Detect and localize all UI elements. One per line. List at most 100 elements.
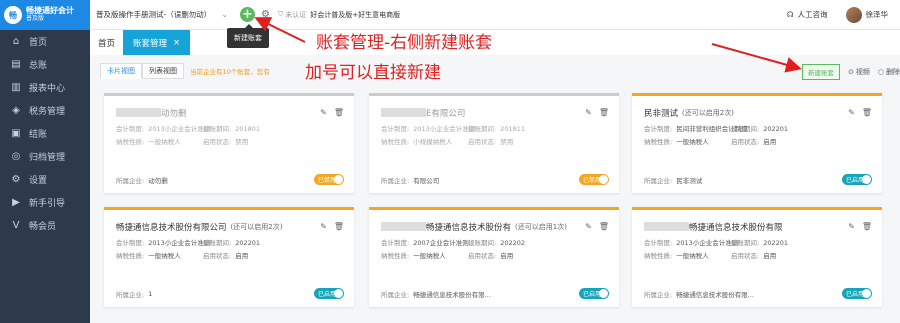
sidebar-item-label: 总账 <box>29 61 48 71</box>
sidebar-item-member[interactable]: V 畅会员 <box>0 214 90 237</box>
support-link[interactable]: 人工咨询 <box>798 9 828 20</box>
enable-toggle[interactable]: 已禁用 <box>579 174 609 185</box>
plus-icon: + <box>242 7 253 22</box>
new-account-button[interactable]: 新建账套 <box>802 64 841 80</box>
sidebar-item-settings[interactable]: ⚙ 设置 <box>0 168 90 191</box>
account-card[interactable]: 动勿删 ✎ 🗑 会计制度: 2013小企业会计准则 建账期间: 201801 纳税性… <box>104 93 354 193</box>
edit-icon[interactable]: ✎ <box>320 222 327 231</box>
company-value: 民非测试 <box>676 176 703 185</box>
edit-icon[interactable]: ✎ <box>848 222 855 231</box>
label-taxpayer: 纳税性质: <box>381 252 410 260</box>
close-icon[interactable]: × <box>173 38 180 48</box>
sidebar-item-label: 结账 <box>29 130 48 140</box>
gear-icon[interactable]: ⚙ <box>261 9 270 20</box>
period-value: 202201 <box>235 239 261 247</box>
trash-icon[interactable]: 🗑 <box>862 222 872 231</box>
label-company: 所属企业: <box>116 176 145 185</box>
label-taxpayer: 纳税性质: <box>116 252 145 260</box>
account-name: 普及版操作手册测试-（误删勿动） <box>96 10 212 19</box>
status-value: 禁用 <box>235 138 249 146</box>
account-hint: 当前企业有10个账套，您有 <box>190 68 270 76</box>
taxpayer-value: 一般纳税人 <box>676 252 709 260</box>
cert-badge[interactable]: ⛉ 未认证 <box>278 10 306 20</box>
status-value: 启用 <box>763 138 777 146</box>
sidebar-nav: ⌂ 首页 ▤ 总账 ▥ 报表中心 ◈ 税务管理 ▣ 结账 ◎ 归档管理 ⚙ 设置 ▶ 新手引导 V 畅会员 <box>0 30 90 237</box>
add-account-button[interactable]: + <box>240 7 255 22</box>
label-accounting-std: 会计制度: <box>381 239 410 247</box>
play-icon: ⊙ <box>848 68 854 76</box>
status-value: 启用 <box>235 252 249 260</box>
accounting-std-value: 2013小企业会计准则 <box>413 125 476 133</box>
main-panel: 卡片视图 列表视图 当前企业有10个账套，您有 新建账套 ⊙ 视频 ○ 删除 动勿删… <box>90 55 900 323</box>
avatar[interactable] <box>845 6 862 23</box>
sidebar-item-closing[interactable]: ▣ 结账 <box>0 122 90 145</box>
edit-icon[interactable]: ✎ <box>585 222 592 231</box>
taxpayer-value: 一般纳税人 <box>413 252 446 260</box>
video-link[interactable]: ⊙ 视频 <box>848 67 870 77</box>
tab-list-view[interactable]: 列表视图 <box>142 63 184 79</box>
trash-icon[interactable]: 🗑 <box>599 108 609 117</box>
user-name[interactable]: 徐泽华 <box>866 9 889 20</box>
sidebar-item-label: 首页 <box>29 38 48 48</box>
account-card[interactable]: 畅捷通信息技术股份有限 ✎ 🗑 会计制度: 2013小企业会计准则 建账期间: 20… <box>632 207 882 307</box>
tab-home[interactable]: 首页 <box>90 30 123 55</box>
period-value: 201801 <box>235 125 261 133</box>
label-company: 所属企业: <box>381 176 410 185</box>
annotation-line1: 账套管理-右侧新建账套 <box>316 33 493 53</box>
sidebar-item-home[interactable]: ⌂ 首页 <box>0 30 90 53</box>
sidebar-item-ledger[interactable]: ▤ 总账 <box>0 53 90 76</box>
taxpayer-value: 一般纳税人 <box>148 138 181 146</box>
enable-toggle[interactable]: 已禁用 <box>314 174 344 185</box>
closing-icon: ▣ <box>11 128 21 139</box>
account-card[interactable]: 畅捷通信息技术股份有 (还可以启用1次) ✎ 🗑 会计制度: 2007企业会计准则… <box>369 207 619 307</box>
sidebar-item-guide[interactable]: ▶ 新手引导 <box>0 191 90 214</box>
edit-icon[interactable]: ✎ <box>848 108 855 117</box>
label-period: 建账期间: <box>203 239 232 247</box>
accounting-std-value: 2013小企业会计准则 <box>148 239 211 247</box>
edit-icon[interactable]: ✎ <box>585 108 592 117</box>
redacted-block <box>381 108 426 117</box>
account-card[interactable]: 民非测试 (还可以启用2次) ✎ 🗑 会计制度: 民间非营利组织会计制度 建账期间… <box>632 93 882 193</box>
period-value: 202201 <box>763 239 789 247</box>
account-card[interactable]: E有限公司 ✎ 🗑 会计制度: 2013小企业会计准则 建账期间: 201811 纳… <box>369 93 619 193</box>
chevron-down-icon: ⌄ <box>221 10 228 19</box>
label-company: 所属企业: <box>381 290 410 299</box>
trash-icon[interactable]: 🗑 <box>334 222 344 231</box>
company-value: 1 <box>148 289 153 298</box>
label-taxpayer: 纳税性质: <box>644 138 673 146</box>
trash-icon[interactable]: 🗑 <box>862 108 872 117</box>
refresh-icon: ○ <box>877 68 884 76</box>
enable-toggle[interactable]: 已启用 <box>842 174 872 185</box>
tax-icon: ◈ <box>12 105 20 116</box>
sidebar-item-label: 畅会员 <box>29 222 57 232</box>
home-icon: ⌂ <box>12 36 20 47</box>
enable-toggle[interactable]: 已启用 <box>579 288 609 299</box>
app-logo[interactable]: 畅 畅捷通好会计 普及版 <box>0 0 90 30</box>
account-card[interactable]: 畅捷通信息技术股份有限公司 (还可以启用2次) ✎ 🗑 会计制度: 2013小企业… <box>104 207 354 307</box>
accounting-std-value: 2013小企业会计准则 <box>148 125 211 133</box>
edit-icon[interactable]: ✎ <box>320 108 327 117</box>
sidebar-item-label: 新手引导 <box>29 199 66 209</box>
toggle-knob <box>334 175 343 184</box>
label-accounting-std: 会计制度: <box>116 125 145 133</box>
label-taxpayer: 纳税性质: <box>116 138 145 146</box>
enable-toggle[interactable]: 已启用 <box>314 288 344 299</box>
sidebar-item-archive[interactable]: ◎ 归档管理 <box>0 145 90 168</box>
account-selector[interactable]: 普及版操作手册测试-（误删勿动） ⌄ <box>96 9 236 20</box>
enable-toggle[interactable]: 已启用 <box>842 288 872 299</box>
tab-account-management[interactable]: 账套管理 × <box>123 30 191 55</box>
accounting-std-value: 2013小企业会计准则 <box>676 239 739 247</box>
promo-link[interactable]: 好会计普及版+好生意电商版 <box>310 10 400 20</box>
settings-icon: ⚙ <box>11 174 21 185</box>
card-title: 畅捷通信息技术股份有 <box>426 222 512 233</box>
sidebar-item-report[interactable]: ▥ 报表中心 <box>0 76 90 99</box>
trash-icon[interactable]: 🗑 <box>599 222 609 231</box>
company-value: 畅捷通信息技术股份有限... <box>676 290 754 299</box>
trash-icon[interactable]: 🗑 <box>334 108 344 117</box>
top-bar: 普及版操作手册测试-（误删勿动） ⌄ + ⚙ ⛉ 未认证 好会计普及版+好生意电商… <box>90 0 900 30</box>
period-value: 202202 <box>500 239 526 247</box>
sidebar-item-tax[interactable]: ◈ 税务管理 <box>0 99 90 122</box>
period-value: 201811 <box>500 125 526 133</box>
delete-link[interactable]: ○ 删除 <box>878 67 900 77</box>
tab-card-view[interactable]: 卡片视图 <box>100 63 142 79</box>
